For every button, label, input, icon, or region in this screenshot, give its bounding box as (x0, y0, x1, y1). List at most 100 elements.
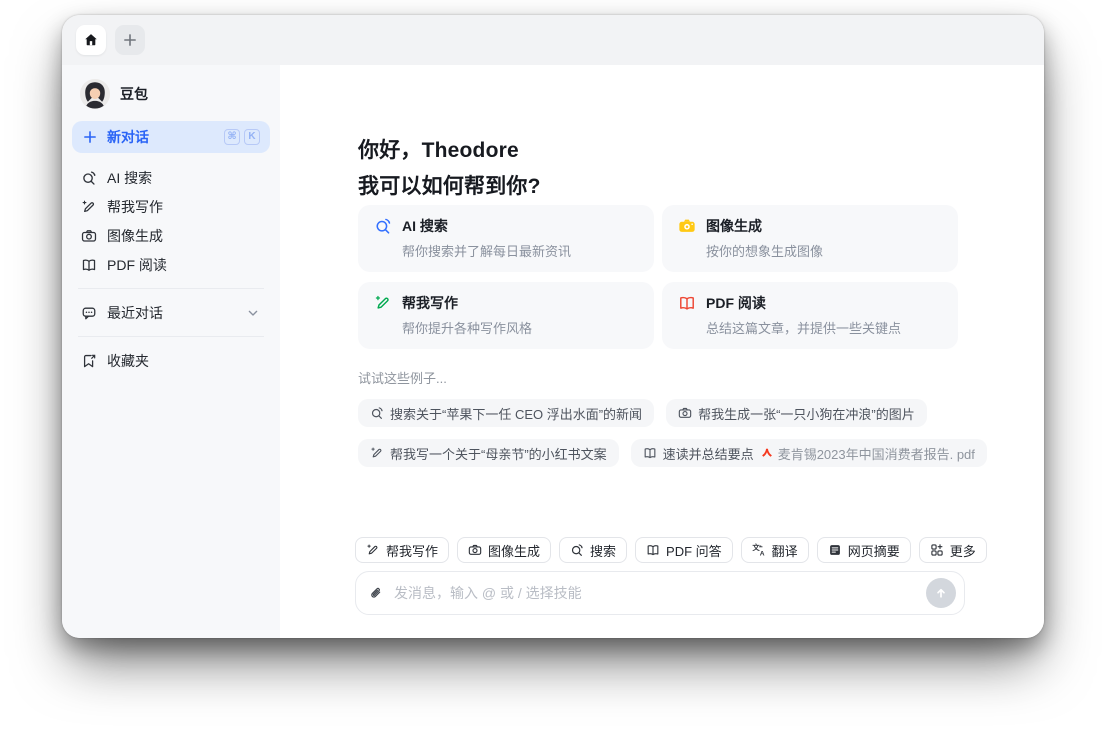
skill-chip-label: PDF 问答 (666, 543, 722, 559)
avatar (80, 79, 110, 109)
sidebar-item-label: PDF 阅读 (107, 256, 167, 273)
profile[interactable]: 豆包 (72, 77, 270, 121)
sidebar-item-label: AI 搜索 (107, 169, 153, 186)
skill-chip-webpage-summary[interactable]: 网页摘要 (816, 537, 911, 563)
example-chip-write-post[interactable]: 帮我写一个关于“母亲节”的小红书文案 (358, 439, 619, 467)
app-window: 豆包 新对话 ⌘ K AI 搜索 帮我写作 图像生成 PDF 阅读 最近对话 收… (62, 15, 1044, 638)
skill-chip-more[interactable]: 更多 (918, 537, 987, 563)
skill-chip-pdf-qa[interactable]: PDF 问答 (635, 537, 733, 563)
sidebar-item-write[interactable]: 帮我写作 (72, 192, 270, 221)
card-title: PDF 阅读 (706, 295, 766, 311)
divider (78, 288, 264, 289)
tab-home[interactable] (76, 25, 106, 55)
example-text: 帮我生成一张“一只小狗在冲浪”的图片 (698, 406, 915, 422)
cmd-key-badge: ⌘ (224, 129, 240, 145)
sidebar-item-ai-search[interactable]: AI 搜索 (72, 163, 270, 192)
camera-icon (678, 406, 692, 420)
skill-card-ai-search[interactable]: AI 搜索 帮你搜索并了解每日最新资讯 (358, 205, 654, 272)
skill-chip-bar: 帮我写作 图像生成 搜索 PDF 问答 翻译 网页摘要 更多 (355, 537, 987, 563)
card-description: 帮你提升各种写作风格 (402, 321, 533, 336)
example-chips: 搜索关于“苹果下一任 CEO 浮出水面”的新闻 帮我生成一张“一只小狗在冲浪”的… (358, 399, 1006, 467)
new-chat-label: 新对话 (107, 129, 149, 145)
paperclip-icon[interactable] (368, 585, 384, 601)
write-pen-icon (366, 543, 380, 557)
sidebar-item-recent-chats[interactable]: 最近对话 (72, 298, 270, 327)
sidebar-item-label: 最近对话 (107, 304, 163, 321)
skill-chip-label: 网页摘要 (847, 543, 900, 559)
skill-chip-write[interactable]: 帮我写作 (355, 537, 450, 563)
sidebar-item-image-gen[interactable]: 图像生成 (72, 221, 270, 250)
ai-search-icon (81, 170, 97, 186)
ai-search-icon (570, 543, 584, 557)
arrow-up-icon (933, 585, 949, 601)
write-pen-icon (81, 199, 97, 215)
sidebar-item-label: 图像生成 (107, 227, 163, 244)
file-name: 麦肯锡2023年中国消费者报告. pdf (777, 446, 975, 462)
card-title: 图像生成 (706, 218, 762, 234)
sidebar-item-favorites[interactable]: 收藏夹 (72, 346, 270, 375)
skill-card-image-gen[interactable]: 图像生成 按你的想象生成图像 (662, 205, 958, 272)
divider (78, 336, 264, 337)
sidebar-item-label: 收藏夹 (107, 352, 149, 369)
card-title: 帮我写作 (402, 295, 458, 311)
card-title: AI 搜索 (402, 218, 448, 234)
skill-card-pdf-read[interactable]: PDF 阅读 总结这篇文章，并提供一些关键点 (662, 282, 958, 349)
new-chat-button[interactable]: 新对话 ⌘ K (72, 121, 270, 153)
tab-bar (62, 15, 1044, 65)
new-tab-button[interactable] (115, 25, 145, 55)
book-icon (646, 543, 660, 557)
skill-chip-label: 搜索 (590, 543, 617, 559)
camera-icon (81, 228, 97, 244)
more-grid-icon (930, 543, 944, 557)
chevron-down-icon[interactable] (245, 305, 261, 321)
message-input[interactable] (392, 584, 918, 602)
example-text: 搜索关于“苹果下一任 CEO 浮出水面”的新闻 (390, 406, 643, 422)
bookmark-icon (81, 353, 97, 369)
example-chip-search-news[interactable]: 搜索关于“苹果下一任 CEO 浮出水面”的新闻 (358, 399, 655, 427)
skill-chip-image-gen[interactable]: 图像生成 (457, 537, 552, 563)
example-text: 速读并总结要点 (662, 446, 754, 462)
book-icon (643, 446, 657, 460)
write-pen-icon (374, 294, 392, 312)
plus-icon (122, 32, 138, 48)
skill-chip-search[interactable]: 搜索 (559, 537, 628, 563)
chat-bubble-icon (81, 305, 97, 321)
card-description: 总结这篇文章，并提供一些关键点 (706, 321, 902, 336)
skill-chip-label: 帮我写作 (386, 543, 439, 559)
pdf-file-icon (760, 446, 774, 460)
webpage-icon (828, 543, 842, 557)
ai-search-icon (374, 217, 392, 235)
example-chip-generate-image[interactable]: 帮我生成一张“一只小狗在冲浪”的图片 (666, 399, 927, 427)
card-description: 帮你搜索并了解每日最新资讯 (402, 244, 572, 259)
skill-chip-translate[interactable]: 翻译 (740, 537, 809, 563)
sidebar: 豆包 新对话 ⌘ K AI 搜索 帮我写作 图像生成 PDF 阅读 最近对话 收… (62, 65, 280, 638)
greeting-line-2: 我可以如何帮到你? (358, 175, 541, 198)
skill-cards: AI 搜索 帮你搜索并了解每日最新资讯 图像生成 按你的想象生成图像 帮我写作 … (358, 205, 958, 349)
greeting-line-1: 你好，Theodore (358, 139, 519, 162)
card-description: 按你的想象生成图像 (706, 244, 824, 259)
send-button[interactable] (926, 578, 956, 608)
translate-icon (752, 543, 766, 557)
shortcut-badges: ⌘ K (224, 129, 260, 145)
sidebar-item-label: 帮我写作 (107, 198, 163, 215)
example-text: 帮我写一个关于“母亲节”的小红书文案 (390, 446, 607, 462)
plus-icon (82, 129, 98, 145)
skill-chip-label: 翻译 (771, 543, 798, 559)
camera-icon (468, 543, 482, 557)
skill-chip-label: 图像生成 (488, 543, 541, 559)
message-input-box[interactable] (355, 571, 965, 615)
profile-name: 豆包 (120, 86, 148, 102)
home-icon (83, 32, 99, 48)
examples-label: 试试这些例子... (358, 371, 447, 386)
camera-icon (678, 217, 696, 235)
skill-card-write[interactable]: 帮我写作 帮你提升各种写作风格 (358, 282, 654, 349)
sidebar-item-pdf-read[interactable]: PDF 阅读 (72, 250, 270, 279)
main-area: 你好，Theodore 我可以如何帮到你? AI 搜索 帮你搜索并了解每日最新资… (280, 65, 1044, 638)
book-icon (678, 294, 696, 312)
book-icon (81, 257, 97, 273)
ai-search-icon (370, 406, 384, 420)
k-key-badge: K (244, 129, 260, 145)
composer: 帮我写作 图像生成 搜索 PDF 问答 翻译 网页摘要 更多 发消息，输入 @ … (355, 537, 987, 615)
doubao-avatar-icon (80, 79, 110, 109)
example-chip-summarize-pdf[interactable]: 速读并总结要点 麦肯锡2023年中国消费者报告. pdf (630, 439, 987, 467)
